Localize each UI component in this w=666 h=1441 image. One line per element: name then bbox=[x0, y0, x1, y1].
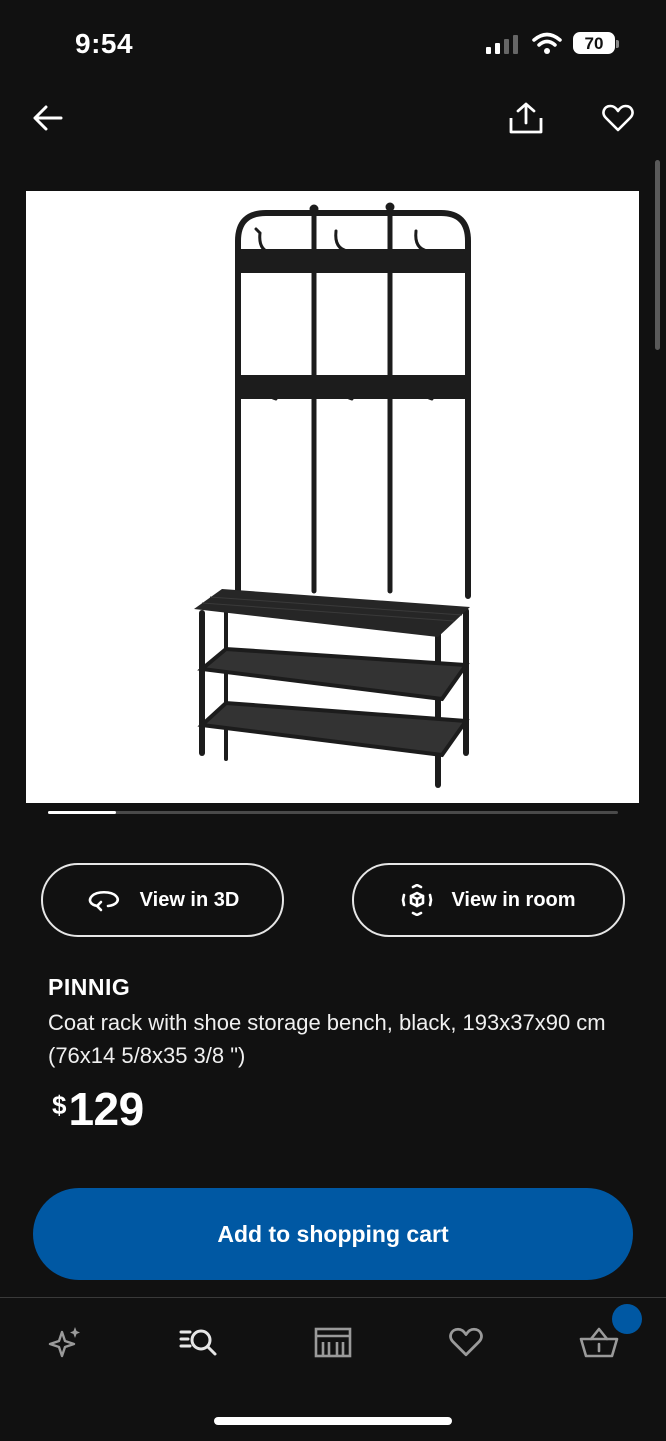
battery-level: 70 bbox=[573, 32, 615, 54]
price-amount: 129 bbox=[68, 1083, 144, 1135]
heart-icon bbox=[449, 1327, 483, 1357]
share-button[interactable] bbox=[502, 94, 550, 142]
gallery-progress bbox=[48, 811, 618, 814]
battery-indicator: 70 bbox=[573, 32, 623, 56]
view-in-room-label: View in room bbox=[451, 888, 576, 911]
arrow-left-icon bbox=[33, 105, 63, 131]
add-to-cart-label: Add to shopping cart bbox=[217, 1220, 449, 1247]
view-in-3d-button[interactable]: View in 3D bbox=[41, 863, 284, 937]
share-icon bbox=[509, 102, 543, 134]
view-in-room-button[interactable]: View in room bbox=[352, 863, 625, 937]
back-button[interactable] bbox=[26, 96, 70, 140]
product-price: $ 129 bbox=[52, 1082, 144, 1136]
product-description: Coat rack with shoe storage bench, black… bbox=[48, 1010, 606, 1068]
product-image[interactable] bbox=[26, 191, 639, 803]
basket-badge bbox=[612, 1304, 642, 1334]
add-to-cart-button[interactable]: Add to shopping cart bbox=[33, 1188, 633, 1280]
price-currency: $ bbox=[52, 1090, 67, 1120]
coat-rack-illustration bbox=[194, 202, 471, 788]
tab-stores[interactable] bbox=[305, 1314, 361, 1370]
page-scrollbar[interactable] bbox=[655, 160, 660, 350]
favorite-button[interactable] bbox=[594, 94, 642, 142]
store-icon bbox=[314, 1327, 352, 1358]
basket-icon bbox=[579, 1327, 619, 1358]
heart-icon bbox=[602, 104, 634, 132]
view-in-3d-label: View in 3D bbox=[139, 888, 240, 911]
tab-inspiration[interactable] bbox=[38, 1314, 94, 1370]
product-name: PINNIG bbox=[48, 974, 131, 1000]
ar-cube-icon bbox=[402, 884, 433, 916]
tab-search[interactable] bbox=[171, 1314, 227, 1370]
search-icon bbox=[179, 1329, 217, 1356]
tab-favourites[interactable] bbox=[438, 1314, 494, 1370]
rotate-3d-icon bbox=[88, 890, 119, 912]
home-indicator[interactable] bbox=[214, 1417, 452, 1425]
wifi-icon bbox=[532, 32, 562, 54]
sparkle-icon bbox=[48, 1327, 80, 1358]
status-time: 9:54 bbox=[75, 28, 134, 59]
gallery-progress-fill bbox=[48, 811, 117, 814]
cellular-signal-icon bbox=[486, 35, 518, 54]
